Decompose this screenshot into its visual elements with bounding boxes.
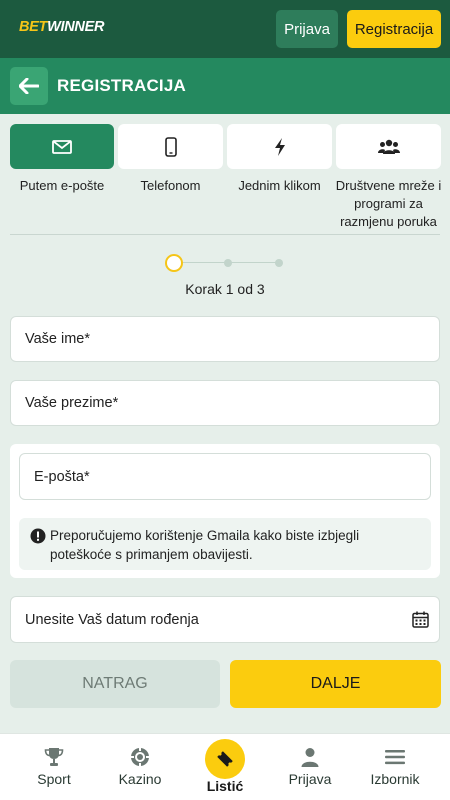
email-notice: Preporučujemo korištenje Gmaila kako bis… bbox=[19, 518, 431, 570]
nav-sport-label: Sport bbox=[37, 771, 71, 787]
login-button[interactable]: Prijava bbox=[276, 10, 338, 48]
notice-text: Preporučujemo korištenje Gmaila kako bis… bbox=[50, 528, 360, 562]
step-dot bbox=[224, 259, 232, 267]
nav-casino[interactable]: Kazino bbox=[95, 734, 185, 800]
method-email-tab[interactable] bbox=[10, 124, 114, 169]
arrow-left-icon bbox=[19, 78, 39, 94]
page-title: REGISTRACIJA bbox=[57, 76, 186, 95]
page-header: REGISTRACIJA bbox=[0, 58, 450, 114]
nav-ticket-label: Listić bbox=[206, 778, 244, 794]
method-social-label: Društvene mreže i programi za razmjenu p… bbox=[335, 178, 442, 229]
last-name-field[interactable]: Vaše prezime* bbox=[10, 380, 440, 426]
menu-icon bbox=[385, 750, 405, 765]
step-current-dot bbox=[165, 254, 183, 272]
step-dot bbox=[275, 259, 283, 267]
register-button[interactable]: Registracija bbox=[347, 10, 441, 48]
back-step-button[interactable]: NATRAG bbox=[10, 660, 220, 708]
alert-icon bbox=[30, 528, 46, 544]
method-phone-tab[interactable] bbox=[118, 124, 223, 169]
lightning-icon bbox=[274, 137, 285, 156]
brand-logo[interactable]: BETWINNER bbox=[19, 19, 104, 35]
trophy-icon bbox=[44, 748, 64, 766]
method-one-click-label: Jednim klikom bbox=[238, 178, 321, 193]
method-social-tab[interactable] bbox=[336, 124, 441, 169]
birthdate-field[interactable]: Unesite Vaš datum rođenja bbox=[10, 596, 440, 643]
first-name-field[interactable]: Vaše ime* bbox=[10, 316, 440, 362]
nav-menu[interactable]: Izbornik bbox=[350, 734, 440, 800]
top-bar: BETWINNER Prijava Registracija bbox=[0, 0, 450, 58]
envelope-icon bbox=[52, 139, 72, 154]
method-one-click-tab[interactable] bbox=[227, 124, 332, 169]
nav-ticket[interactable]: Listić bbox=[180, 734, 270, 800]
users-icon bbox=[377, 139, 400, 154]
casino-chip-icon bbox=[131, 748, 149, 766]
nav-ticket-button[interactable] bbox=[205, 739, 245, 779]
back-button[interactable] bbox=[10, 67, 48, 105]
ticket-icon bbox=[217, 751, 233, 767]
user-icon bbox=[301, 748, 319, 767]
phone-icon bbox=[164, 136, 177, 157]
step-indicator bbox=[165, 253, 285, 273]
divider bbox=[10, 234, 440, 235]
method-email-label: Putem e-pošte bbox=[19, 178, 105, 193]
nav-login[interactable]: Prijava bbox=[265, 734, 355, 800]
nav-casino-label: Kazino bbox=[118, 771, 162, 787]
next-step-button[interactable]: DALJE bbox=[230, 660, 441, 708]
calendar-icon[interactable] bbox=[412, 611, 429, 628]
bottom-nav: Sport Kazino Listić Prijava Izbornik bbox=[0, 733, 450, 800]
step-text: Korak 1 od 3 bbox=[185, 281, 265, 297]
email-card: E-pošta* Preporučujemo korištenje Gmaila… bbox=[10, 444, 440, 578]
nav-sport[interactable]: Sport bbox=[9, 734, 99, 800]
method-phone-label: Telefonom bbox=[140, 178, 201, 193]
nav-menu-label: Izbornik bbox=[370, 771, 420, 787]
birthdate-placeholder: Unesite Vaš datum rođenja bbox=[25, 612, 199, 628]
nav-login-label: Prijava bbox=[288, 771, 332, 787]
email-field[interactable]: E-pošta* bbox=[19, 453, 431, 500]
